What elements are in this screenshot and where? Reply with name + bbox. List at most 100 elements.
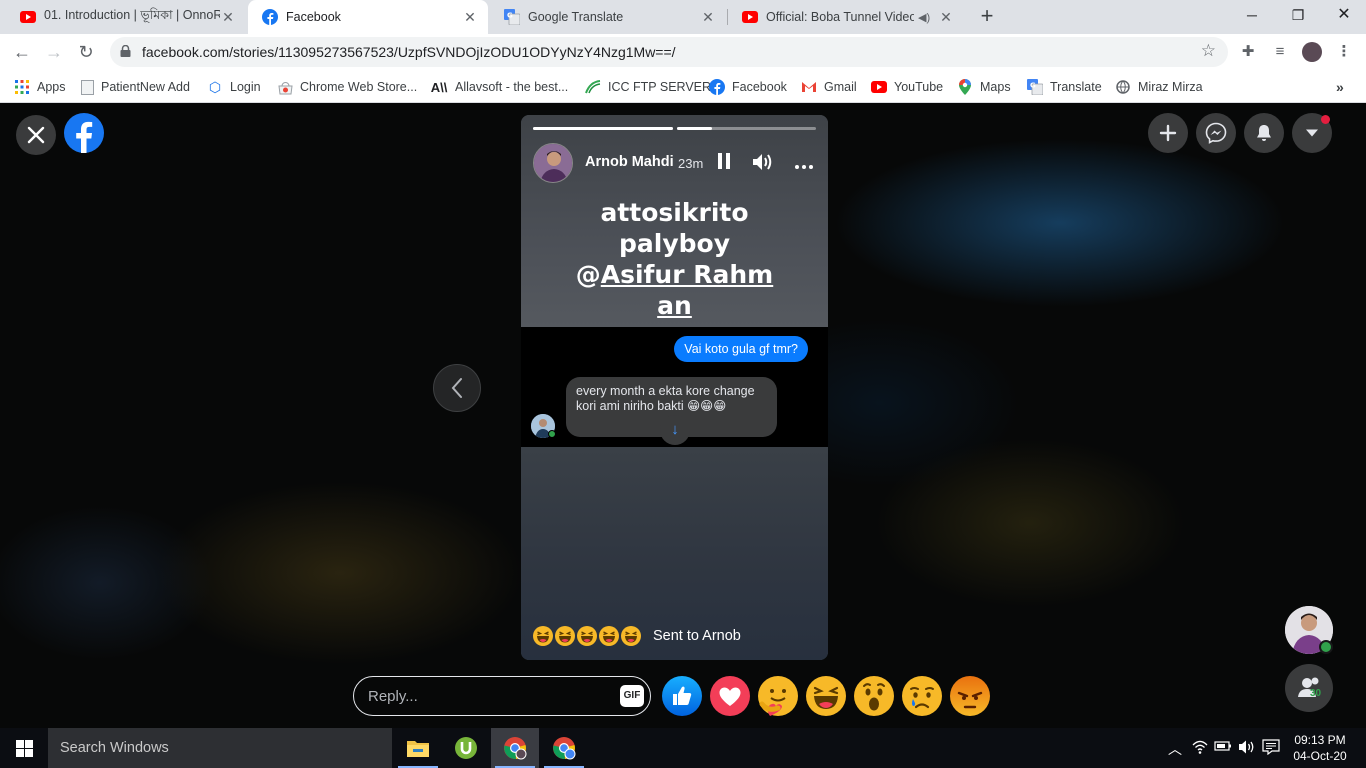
show-hidden-icons-chevron-up-icon[interactable]: ︿ <box>1168 739 1182 759</box>
extensions-icon[interactable]: ✚ <box>1238 42 1258 62</box>
reaction-angry-button[interactable] <box>950 676 990 716</box>
bookmark-patientnew-add[interactable]: PatientNew Add <box>81 77 190 97</box>
bookmark-label: Gmail <box>824 80 857 94</box>
battery-icon[interactable] <box>1214 739 1232 756</box>
bookmark-login[interactable]: ⬡ Login <box>207 77 261 97</box>
google-translate-icon: G <box>504 9 520 25</box>
reaction-love-button[interactable] <box>710 676 750 716</box>
reaction-wow-button[interactable] <box>854 676 894 716</box>
messenger-button[interactable] <box>1196 113 1236 153</box>
online-status-dot <box>548 430 556 438</box>
audio-playing-icon[interactable]: ◀) <box>918 11 934 24</box>
plus-icon <box>1159 124 1177 142</box>
start-button[interactable] <box>0 728 48 768</box>
taskbar-utorrent[interactable] <box>442 728 490 768</box>
account-menu-button[interactable] <box>1292 113 1332 153</box>
notifications-center-icon[interactable] <box>1262 739 1280 758</box>
mute-button[interactable] <box>751 151 775 175</box>
notifications-button[interactable] <box>1244 113 1284 153</box>
reaction-care-button[interactable] <box>758 676 798 716</box>
reply-input[interactable]: Reply... GIF <box>353 676 651 716</box>
people-icon <box>1298 677 1319 697</box>
url-text[interactable]: facebook.com/stories/113095273567523/Uzp… <box>142 44 676 60</box>
reload-button[interactable]: ↻ <box>72 38 100 66</box>
close-window-button[interactable]: ✕ <box>1321 0 1366 30</box>
chrome-menu-icon[interactable]: ⋮ <box>1334 42 1354 62</box>
google-translate-icon: G <box>1027 79 1043 95</box>
like-icon <box>662 676 702 716</box>
new-tab-button[interactable]: + <box>975 4 999 28</box>
chrome-icon <box>553 737 576 760</box>
more-options-button[interactable] <box>792 151 816 175</box>
tab-close-button[interactable]: ✕ <box>700 9 716 26</box>
lock-icon[interactable] <box>120 44 131 57</box>
story-viewer: Arnob Mahdi 23m attosikrito palyboy @Asi… <box>0 103 1366 728</box>
tab-title: Google Translate <box>528 10 624 24</box>
tab-introduction[interactable]: 01. Introduction | ভূমিকা | OnnoR ✕ <box>6 0 246 34</box>
tab-close-button[interactable]: ✕ <box>938 9 954 26</box>
bookmark-youtube[interactable]: YouTube <box>871 77 943 97</box>
bookmark-icc-ftp-server[interactable]: ICC FTP SERVER <box>585 77 711 97</box>
bookmark-apps[interactable]: Apps <box>14 77 66 97</box>
contact-online-dot <box>1319 640 1333 654</box>
haha-emoji-icon <box>555 626 575 646</box>
bookmark-label: Translate <box>1050 80 1102 94</box>
bookmark-label: Allavsoft - the best... <box>455 80 569 94</box>
facebook-logo[interactable] <box>64 113 104 153</box>
facebook-icon <box>262 9 278 25</box>
profile-avatar[interactable] <box>1302 42 1322 62</box>
bookmark-maps[interactable]: Maps <box>957 77 1011 97</box>
bookmark-allavsoft[interactable]: A\\ Allavsoft - the best... <box>430 77 569 97</box>
story-progress-bar-2 <box>677 127 816 130</box>
bookmark-chrome-web-store[interactable]: Chrome Web Store... <box>277 77 417 97</box>
globe-icon <box>1115 79 1131 95</box>
reaction-haha-button[interactable] <box>806 676 846 716</box>
bookmark-gmail[interactable]: Gmail <box>801 77 857 97</box>
minimize-button[interactable]: ─ <box>1229 0 1275 30</box>
bookmark-facebook[interactable]: Facebook <box>709 77 787 97</box>
story-bottom-area: Sent to Arnob <box>521 447 828 660</box>
address-bar[interactable]: facebook.com/stories/113095273567523/Uzp… <box>110 37 1228 67</box>
bookmark-translate[interactable]: G Translate <box>1027 77 1102 97</box>
tab-close-button[interactable]: ✕ <box>462 9 478 26</box>
bookmark-miraz-mirza[interactable]: Miraz Mirza <box>1115 77 1203 97</box>
wifi-icon[interactable] <box>1192 739 1208 758</box>
bookmark-label: ICC FTP SERVER <box>608 80 712 94</box>
tab-google-translate[interactable]: G Google Translate ✕ <box>490 0 726 34</box>
taskbar-chrome-profile-1[interactable] <box>491 728 539 768</box>
tab-close-button[interactable]: ✕ <box>220 9 236 26</box>
sent-to-label: Sent to Arnob <box>653 628 741 644</box>
back-button[interactable]: ← <box>8 38 36 66</box>
pause-button[interactable] <box>712 151 736 175</box>
reaction-sad-button[interactable] <box>902 676 942 716</box>
caret-down-icon <box>1306 129 1318 137</box>
mention-link-continued[interactable]: an <box>657 291 692 320</box>
tab-facebook[interactable]: Facebook ✕ <box>248 0 488 34</box>
forward-button[interactable]: → <box>40 38 68 66</box>
taskbar-file-explorer[interactable] <box>394 728 442 768</box>
taskbar-chrome-profile-2[interactable] <box>540 728 588 768</box>
previous-story-button[interactable] <box>433 364 481 412</box>
media-control-icon[interactable]: ≡ <box>1270 42 1290 62</box>
browser-toolbar: ← → ↻ facebook.com/stories/1130952735675… <box>0 34 1366 70</box>
bookmark-star-icon[interactable]: ☆ <box>1201 41 1216 61</box>
maximize-button[interactable]: ❐ <box>1275 0 1321 30</box>
caption-line-1: attosikrito <box>600 198 749 227</box>
mention-link[interactable]: Asifur Rahm <box>601 260 773 289</box>
facebook-icon <box>76 121 93 153</box>
author-name[interactable]: Arnob Mahdi <box>585 154 674 170</box>
close-story-button[interactable] <box>16 115 56 155</box>
create-button[interactable] <box>1148 113 1188 153</box>
taskbar-search-box[interactable]: Search Windows <box>48 728 392 768</box>
taskbar-clock[interactable]: 09:13 PM 04-Oct-20 <box>1290 732 1350 764</box>
tab-boba-tunnel[interactable]: Official: Boba Tunnel Video S ◀) ✕ <box>728 0 964 34</box>
apps-grid-icon <box>14 79 30 95</box>
author-avatar[interactable] <box>533 143 573 183</box>
story-progress-fill-2 <box>677 127 712 130</box>
story-card[interactable]: Arnob Mahdi 23m attosikrito palyboy @Asi… <box>521 115 828 660</box>
group-contacts-button[interactable] <box>1285 664 1333 712</box>
reaction-like-button[interactable] <box>662 676 702 716</box>
more-bookmarks-chevron-icon[interactable]: » <box>1336 77 1344 97</box>
volume-icon[interactable] <box>1238 739 1256 758</box>
gif-button[interactable]: GIF <box>620 685 644 707</box>
